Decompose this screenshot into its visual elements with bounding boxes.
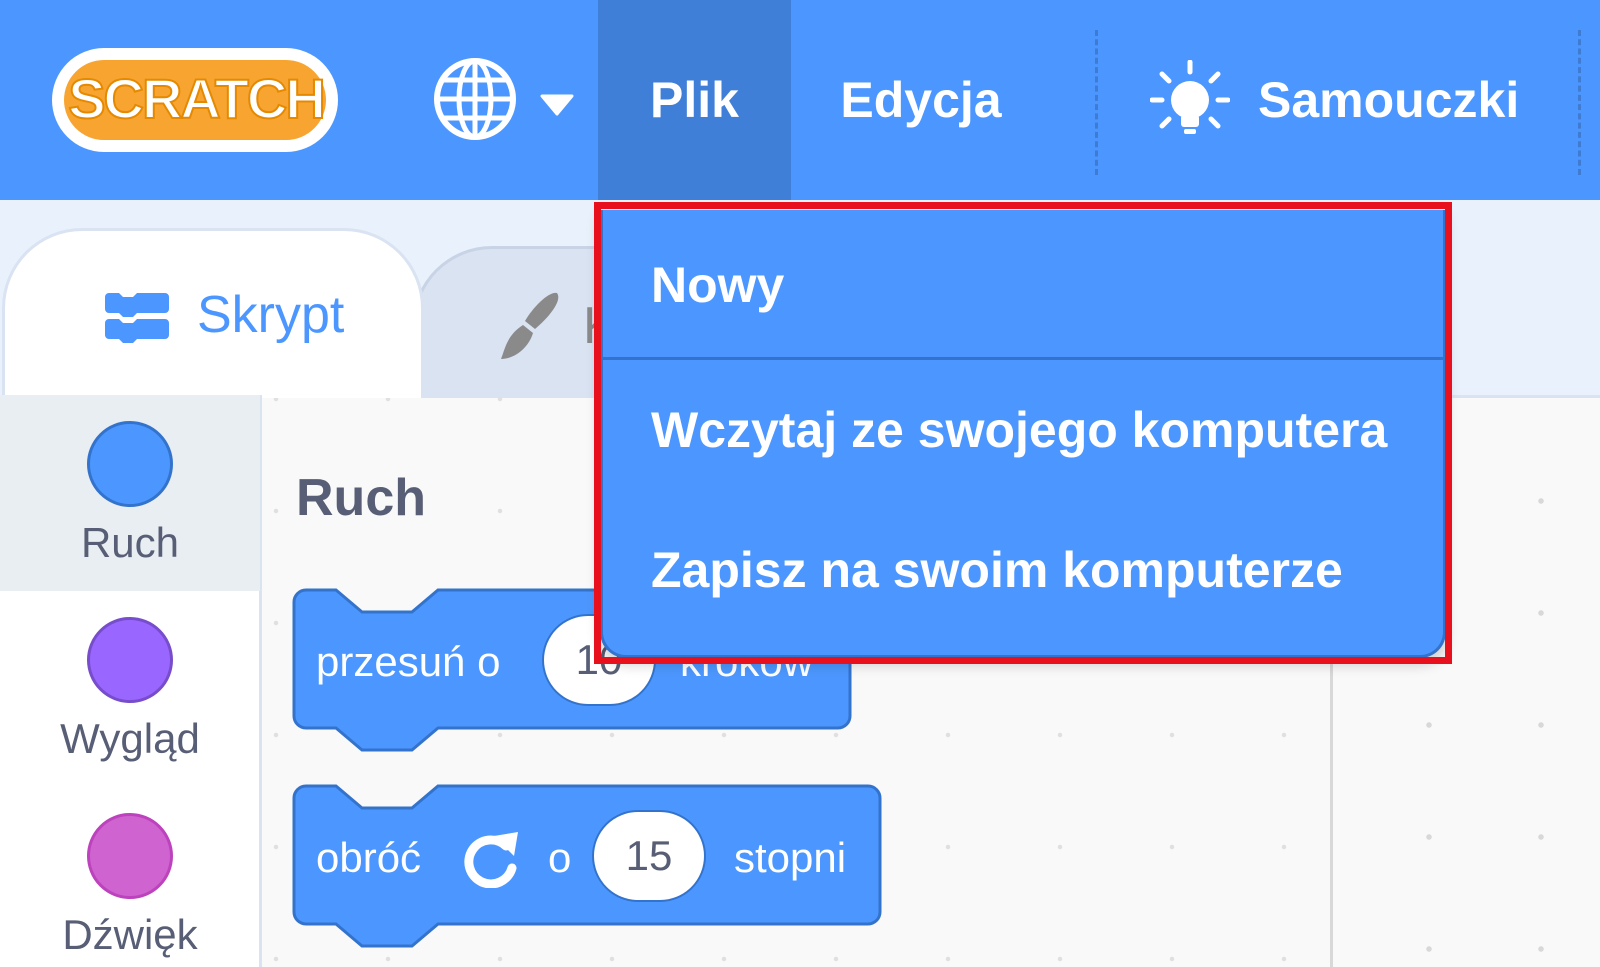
block-text: przesuń o (316, 638, 501, 685)
category-sound-dot (87, 813, 173, 899)
scratch-logo-text: SCRATCH (68, 67, 324, 130)
category-motion[interactable]: Ruch (0, 395, 260, 591)
degrees-input[interactable]: 15 (592, 810, 706, 902)
edit-menu[interactable]: Edycja (812, 0, 1030, 200)
menu-item-save-to-computer[interactable]: Zapisz na swoim komputerze (603, 500, 1443, 640)
block-text: stopni (734, 834, 847, 881)
menu-item-load-from-computer[interactable]: Wczytaj ze swojego komputera (603, 360, 1443, 500)
category-looks[interactable]: Wygląd (0, 591, 260, 787)
turn-degrees-block[interactable]: obróć o 15 stopni (292, 784, 882, 954)
tab-script-label: Skrypt (197, 286, 345, 344)
block-text: o (548, 834, 572, 881)
tab-script[interactable]: Skrypt (2, 228, 424, 398)
menu-divider (1095, 30, 1098, 175)
rotate-right-icon (464, 832, 518, 888)
tutorials-button[interactable]: Samouczki (1150, 0, 1519, 200)
file-dropdown-menu: Nowy Wczytaj ze swojego komputera Zapisz… (600, 210, 1446, 658)
tutorials-label: Samouczki (1258, 72, 1520, 128)
language-selector[interactable] (432, 56, 582, 146)
block-text: obróć (316, 834, 422, 881)
category-label: Dźwięk (62, 911, 198, 958)
category-label: Wygląd (60, 715, 200, 762)
scratch-logo[interactable]: SCRATCH (48, 42, 344, 158)
caret-down-icon (540, 94, 574, 116)
menu-item-new[interactable]: Nowy (603, 210, 1443, 360)
menu-divider (1578, 30, 1581, 175)
category-label: Ruch (80, 519, 180, 566)
palette-section-title: Ruch (296, 469, 426, 527)
code-blocks-icon (105, 293, 169, 343)
scratch-editor: SCRATCH Plik Edycja Samouczki Skrypt Ruc… (0, 0, 1600, 967)
category-menu: Ruch Wygląd Dźwięk (0, 395, 262, 967)
lightbulb-icon (1150, 60, 1230, 134)
file-menu[interactable]: Plik (598, 0, 791, 200)
globe-icon (434, 58, 516, 140)
category-motion-dot (87, 421, 173, 507)
menu-bar: SCRATCH Plik Edycja Samouczki (0, 0, 1600, 200)
category-sound[interactable]: Dźwięk (0, 787, 260, 967)
category-looks-dot (87, 617, 173, 703)
paintbrush-icon (501, 292, 559, 359)
